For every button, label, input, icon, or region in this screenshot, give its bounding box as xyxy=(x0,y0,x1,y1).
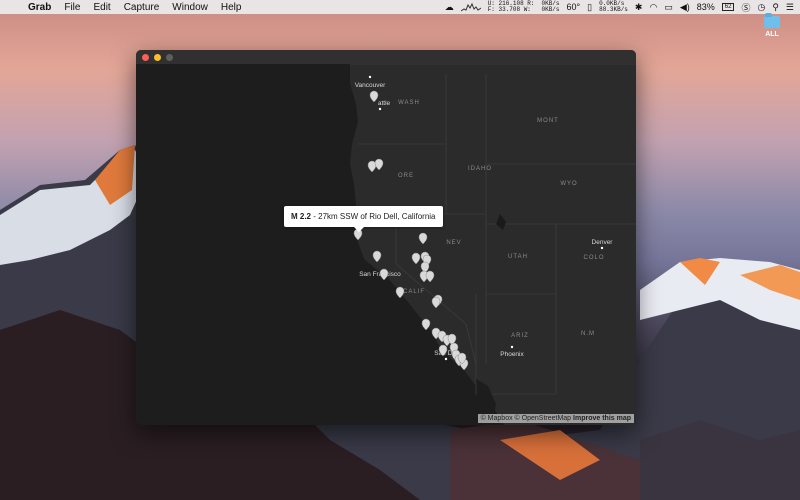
status-area: ☁ U: 216.108 R: F: 33.708 W: 0KB/s 0KB/s 6… xyxy=(445,1,794,14)
bluetooth-icon[interactable]: ✱ xyxy=(635,2,643,13)
menu-help[interactable]: Help xyxy=(221,2,242,13)
app-menu-grab[interactable]: Grab xyxy=(28,2,51,13)
wechat-icon[interactable]: ☁ xyxy=(445,2,454,13)
zoom-window-button[interactable] xyxy=(166,53,173,61)
menu-capture[interactable]: Capture xyxy=(124,2,160,13)
disk-rate[interactable]: 0KB/s 0KB/s xyxy=(542,1,560,13)
disk-stats[interactable]: U: 216.108 R: F: 33.708 W: xyxy=(488,1,535,13)
city-seattle: attle xyxy=(378,100,391,107)
map-attribution: © Mapbox © OpenStreetMap Improve this ma… xyxy=(477,414,634,423)
state-ore: ORE xyxy=(398,173,414,179)
battery-icon[interactable]: 62 xyxy=(721,3,735,11)
volume-icon[interactable]: ◀) xyxy=(680,2,690,13)
state-calif: CALIF xyxy=(403,289,425,295)
state-ariz: ARIZ xyxy=(511,333,529,339)
popup-magnitude: M 2.2 xyxy=(291,212,312,221)
state-nev: NEV xyxy=(446,240,461,246)
earthquake-popup: M 2.2 - 27km SSW of Rio Dell, California xyxy=(284,206,443,232)
wifi-icon[interactable]: ◠ xyxy=(649,2,657,13)
window-titlebar[interactable] xyxy=(136,50,636,64)
earthquake-map[interactable]: Vancouver attle WASH MONT ORE IDAHO WYO … xyxy=(136,64,636,425)
menu-edit[interactable]: Edit xyxy=(93,2,110,13)
vancouver-dot xyxy=(368,75,372,79)
folder-label: ALL xyxy=(765,31,779,38)
notification-center-icon[interactable]: ☰ xyxy=(786,2,794,13)
osm-attribution-link[interactable]: © OpenStreetMap xyxy=(515,415,572,422)
seattle-dot xyxy=(378,107,382,111)
mapbox-attribution-link[interactable]: © Mapbox xyxy=(481,415,513,422)
city-vancouver: Vancouver xyxy=(355,82,386,89)
denver-dot xyxy=(600,246,604,250)
state-utah: UTAH xyxy=(508,254,528,260)
state-mont: MONT xyxy=(537,118,559,124)
minimize-window-button[interactable] xyxy=(154,53,161,61)
temperature-reading[interactable]: 60° xyxy=(567,2,581,12)
menu-file[interactable]: File xyxy=(64,2,80,13)
network-rate[interactable]: 0.0KB/s 88.3KB/s xyxy=(599,1,628,13)
state-colo: COLO xyxy=(583,255,604,261)
popup-place: 27km SSW of Rio Dell, California xyxy=(318,212,436,221)
airplay-icon[interactable]: ▭ xyxy=(664,2,673,13)
close-window-button[interactable] xyxy=(142,53,149,61)
improve-map-link[interactable]: Improve this map xyxy=(573,415,631,422)
battery-percent[interactable]: 83% xyxy=(697,2,715,12)
city-phoenix: Phoenix xyxy=(500,351,524,358)
skype-icon[interactable]: Ⓢ xyxy=(741,1,750,14)
san-diego-dot xyxy=(444,357,448,361)
state-nm: N.M xyxy=(581,331,595,337)
desktop-folder[interactable]: ALL xyxy=(760,13,784,38)
phone-icon[interactable]: ▯ xyxy=(587,2,592,13)
spotlight-search-icon[interactable]: ⚲ xyxy=(772,2,779,13)
state-wash: WASH xyxy=(398,100,420,106)
menu-window[interactable]: Window xyxy=(172,2,208,13)
map-window: Vancouver attle WASH MONT ORE IDAHO WYO … xyxy=(136,50,636,425)
folder-icon xyxy=(764,13,780,28)
state-wyo: WYO xyxy=(560,181,577,187)
city-denver: Denver xyxy=(592,239,614,246)
time-machine-icon[interactable]: ◷ xyxy=(757,2,765,13)
cpu-graph-icon[interactable] xyxy=(460,2,481,12)
phoenix-dot xyxy=(510,345,514,349)
state-idaho: IDAHO xyxy=(468,166,492,172)
menu-bar: Grab File Edit Capture Window Help ☁ U: … xyxy=(0,0,800,14)
